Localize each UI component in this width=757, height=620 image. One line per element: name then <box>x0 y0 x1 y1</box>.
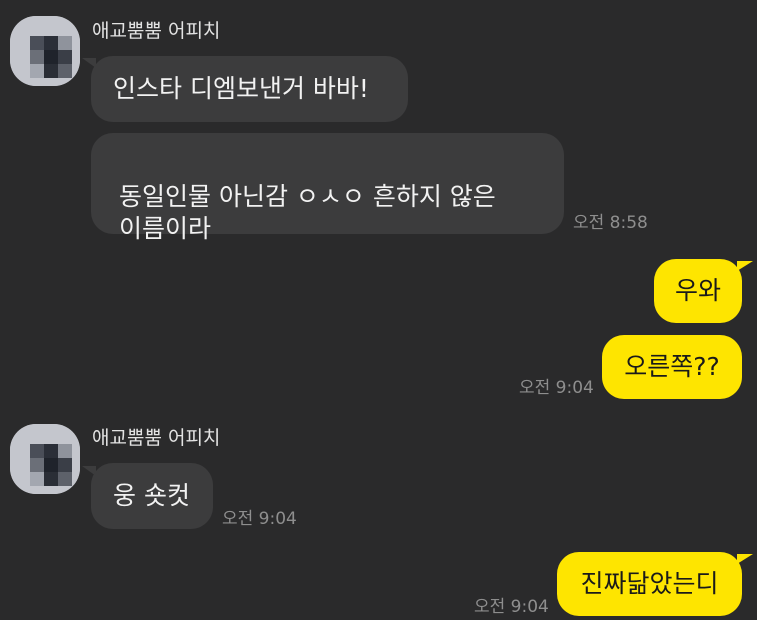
message-bubble[interactable]: 웅 숏컷 <box>91 463 213 529</box>
message-timestamp: 오전 9:04 <box>519 378 594 398</box>
message-bubble[interactable]: 진짜닮았는디 <box>557 552 742 616</box>
message-text: 동일인물 아닌감 ㅇㅅㅇ 흔하지 않은 이름이라 <box>119 182 496 243</box>
message-text: 인스타 디엠보낸거 바바! <box>113 74 369 103</box>
message-timestamp: 오전 9:04 <box>222 509 297 529</box>
message-text: 웅 숏컷 <box>113 481 190 510</box>
sender-name: 애교뿜뿜 어피치 <box>92 20 221 42</box>
message-text: 우와 <box>674 276 721 305</box>
bubble-tail <box>737 554 753 564</box>
message-text: 오른쪽?? <box>624 352 720 381</box>
message-bubble[interactable]: 우와 <box>654 259 742 323</box>
message-timestamp: 오전 9:04 <box>474 597 549 617</box>
message-timestamp: 오전 8:58 <box>573 213 648 233</box>
sender-name: 애교뿜뿜 어피치 <box>92 427 221 449</box>
profile-avatar[interactable] <box>10 16 80 86</box>
bubble-tail <box>737 261 753 271</box>
message-bubble[interactable]: 동일인물 아닌감 ㅇㅅㅇ 흔하지 않은 이름이라 <box>91 133 564 243</box>
profile-avatar[interactable] <box>10 424 80 494</box>
message-bubble[interactable]: 오른쪽?? <box>602 335 742 399</box>
message-bubble[interactable]: 인스타 디엠보낸거 바바! <box>91 56 408 122</box>
message-text: 진짜닮았는디 <box>580 569 719 598</box>
chat-room: 애교뿜뿜 어피치 인스타 디엠보낸거 바바! 동일인물 아닌감 ㅇㅅㅇ 흔하지 … <box>0 0 757 620</box>
